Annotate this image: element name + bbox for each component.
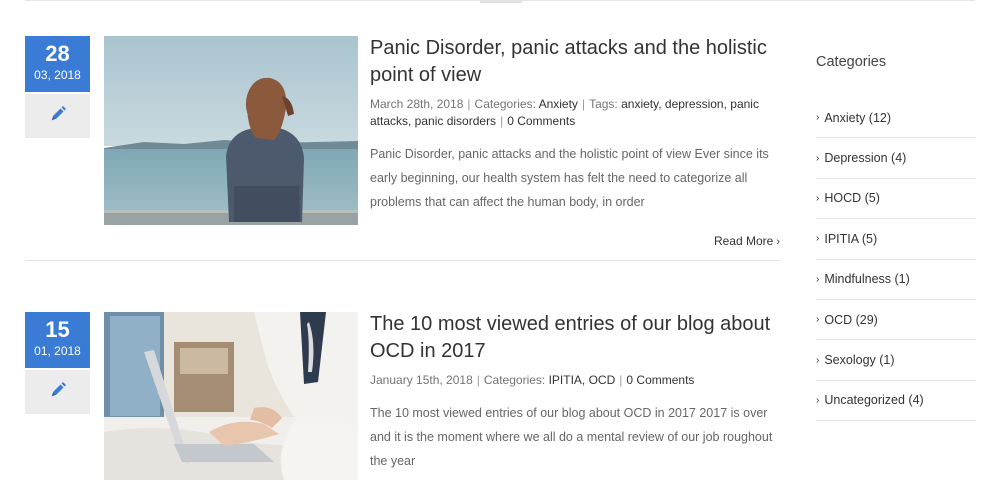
- read-more-label: Read More: [713, 234, 774, 248]
- post-category-link[interactable]: IPITIA, OCD: [549, 373, 616, 387]
- category-label: Uncategorized (4): [824, 393, 924, 408]
- category-item-sexology[interactable]: › Sexology (1): [816, 340, 976, 381]
- blog-post: 28 03, 2018 Panic Disorder, panic attack…: [25, 36, 780, 261]
- category-label: Mindfulness (1): [824, 272, 910, 287]
- category-label: Sexology (1): [824, 353, 895, 368]
- pencil-icon: [49, 381, 67, 403]
- chevron-right-icon: ›: [776, 236, 780, 248]
- chevron-right-icon: ›: [816, 394, 820, 406]
- post-comments-link[interactable]: 0 Comments: [626, 373, 694, 387]
- post-date-month-year: 01, 2018: [34, 344, 81, 358]
- post-title-link[interactable]: The 10 most viewed entries of our blog a…: [370, 311, 780, 365]
- post-meta: January 15th, 2018 | Categories: IPITIA, O…: [370, 373, 695, 387]
- category-item-ocd[interactable]: › OCD (29): [816, 300, 976, 341]
- read-more-link[interactable]: Read More ›: [714, 234, 780, 248]
- post-excerpt: Panic Disorder, panic attacks and the ho…: [370, 147, 769, 209]
- chevron-right-icon: ›: [816, 273, 820, 285]
- post-date: January 15th, 2018: [370, 373, 473, 387]
- tags-label: Tags:: [589, 97, 618, 111]
- post-title-link[interactable]: Panic Disorder, panic attacks and the ho…: [370, 35, 780, 89]
- chevron-right-icon: ›: [816, 354, 820, 366]
- post-date: March 28th, 2018: [370, 97, 464, 111]
- category-item-anxiety[interactable]: › Anxiety (12): [816, 98, 976, 139]
- post-date-month-year: 03, 2018: [34, 68, 81, 82]
- post-format-badge[interactable]: [25, 370, 90, 414]
- chevron-right-icon: ›: [816, 233, 820, 245]
- post-thumbnail[interactable]: [104, 36, 358, 225]
- top-divider: [25, 0, 975, 3]
- chevron-right-icon: ›: [816, 112, 820, 124]
- post-excerpt: The 10 most viewed entries of our blog a…: [370, 406, 773, 468]
- post-date-badge: 15 01, 2018: [25, 312, 90, 368]
- categories-label: Categories:: [474, 97, 536, 111]
- category-label: IPITIA (5): [824, 231, 878, 246]
- top-tab-indicator: [480, 0, 522, 3]
- category-label: Anxiety (12): [824, 110, 892, 125]
- categories-label: Categories:: [483, 373, 546, 387]
- category-item-uncategorized[interactable]: › Uncategorized (4): [816, 381, 976, 422]
- chevron-right-icon: ›: [816, 192, 820, 204]
- chevron-right-icon: ›: [816, 314, 820, 326]
- blog-post: 15 01, 2018 The 10 most viewed entries o…: [25, 312, 780, 500]
- category-label: Depression (4): [824, 151, 907, 166]
- post-date-badge: 28 03, 2018: [25, 36, 90, 92]
- category-item-hocd[interactable]: › HOCD (5): [816, 179, 976, 220]
- categories-widget: Categories › Anxiety (12) › Depression (4)…: [816, 54, 976, 422]
- pencil-icon: [49, 105, 67, 127]
- post-format-badge[interactable]: [25, 94, 90, 138]
- category-list: › Anxiety (12) › Depression (4) › HOCD (5) …: [816, 98, 976, 422]
- post-thumbnail[interactable]: [104, 312, 358, 480]
- category-label: OCD (29): [824, 312, 878, 327]
- category-label: HOCD (5): [824, 191, 880, 206]
- chevron-right-icon: ›: [816, 152, 820, 164]
- category-item-ipitia[interactable]: › IPITIA (5): [816, 219, 976, 260]
- post-meta: March 28th, 2018 | Categories: Anxiety | Tag…: [370, 97, 759, 128]
- post-date-day: 28: [45, 41, 70, 66]
- widget-title: Categories: [816, 54, 887, 70]
- post-category-link[interactable]: Anxiety: [539, 97, 578, 111]
- category-item-mindfulness[interactable]: › Mindfulness (1): [816, 260, 976, 300]
- post-comments-link[interactable]: 0 Comments: [507, 114, 575, 128]
- category-item-depression[interactable]: › Depression (4): [816, 138, 976, 179]
- post-date-day: 15: [45, 317, 70, 342]
